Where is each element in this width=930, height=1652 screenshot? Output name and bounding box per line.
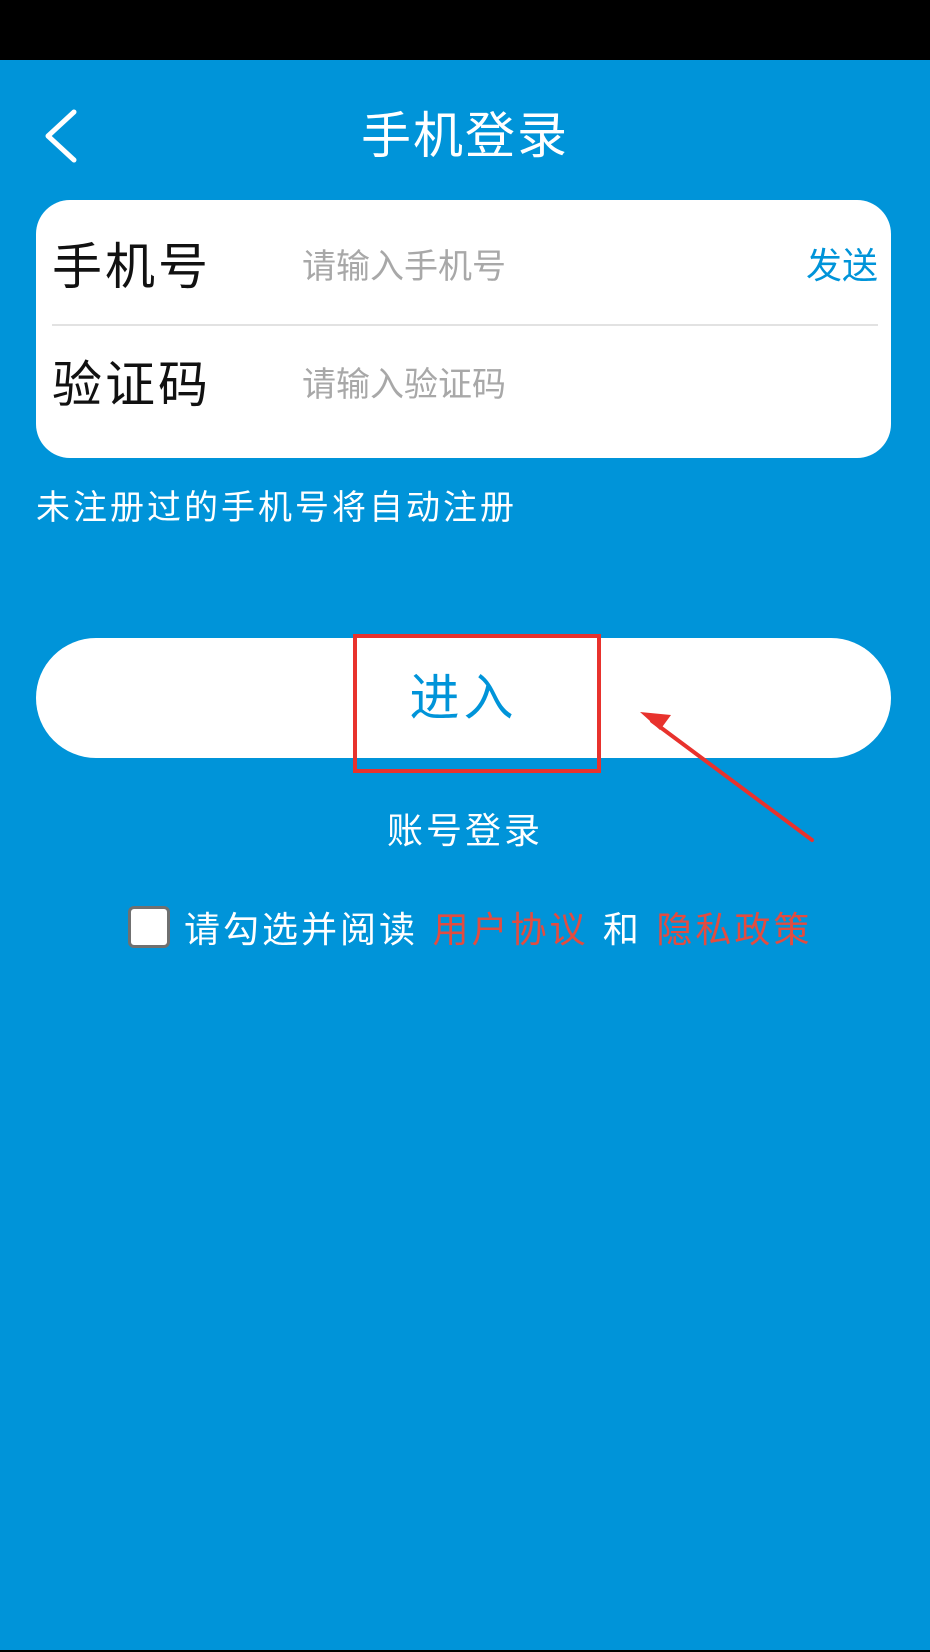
login-form-card: 手机号 发送 验证码 bbox=[36, 200, 891, 458]
privacy-policy-link[interactable]: 隐私政策 bbox=[656, 901, 812, 953]
auto-register-hint: 未注册过的手机号将自动注册 bbox=[36, 488, 517, 528]
user-agreement-link[interactable]: 用户协议 bbox=[432, 901, 588, 953]
code-row: 验证码 bbox=[52, 330, 878, 440]
phone-label: 手机号 bbox=[52, 238, 211, 296]
form-divider bbox=[52, 324, 878, 326]
agreement-connector: 和 bbox=[588, 910, 657, 951]
phone-row: 手机号 发送 bbox=[52, 212, 878, 322]
account-login-link[interactable]: 账号登录 bbox=[0, 802, 930, 854]
agreement-checkbox[interactable] bbox=[128, 906, 170, 948]
enter-button[interactable]: 进入 bbox=[36, 638, 891, 758]
send-code-button[interactable]: 发送 bbox=[806, 212, 878, 322]
phone-input[interactable] bbox=[302, 242, 772, 292]
code-input[interactable] bbox=[302, 360, 772, 410]
agreement-prefix: 请勾选并阅读 bbox=[184, 910, 433, 951]
login-screen: 手机登录 手机号 发送 验证码 未注册过的手机号将自动注册 进入 账号登录 请勾… bbox=[0, 60, 930, 1650]
agreement-row: 请勾选并阅读 用户协议 和 隐私政策 bbox=[128, 902, 812, 952]
code-label: 验证码 bbox=[52, 356, 211, 414]
page-title: 手机登录 bbox=[361, 107, 569, 165]
